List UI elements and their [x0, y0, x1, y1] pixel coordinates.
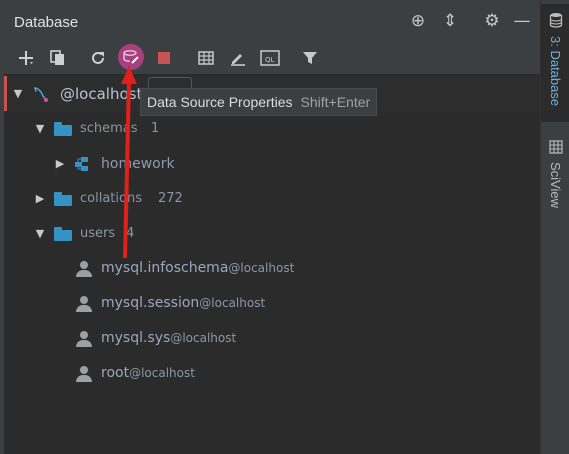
user-icon	[76, 261, 92, 277]
expand-chevron-icon[interactable]: ▼	[34, 227, 46, 240]
tree-node-label: schemas	[80, 121, 138, 136]
item-count: 4	[126, 226, 135, 241]
user-icon	[76, 366, 92, 382]
add-icon[interactable]	[14, 46, 38, 70]
toolbar: QL	[4, 42, 540, 74]
title-bar: Database ⊕ ⇕ ⚙ —	[4, 0, 540, 42]
stop-icon[interactable]	[152, 46, 176, 70]
folder-icon	[54, 227, 72, 241]
minimize-icon[interactable]: —	[512, 11, 532, 31]
tree-node-label: homework	[101, 156, 175, 172]
tree-node-homework[interactable]: ▶ homework	[4, 146, 540, 181]
user-label: mysql.sys@localhost	[101, 330, 237, 346]
gear-icon[interactable]: ⚙	[482, 11, 502, 31]
user-icon	[76, 296, 92, 312]
refresh-icon[interactable]	[86, 46, 110, 70]
filter-icon[interactable]	[298, 46, 322, 70]
collapse-icon[interactable]: ⇕	[440, 11, 460, 31]
svg-text:QL: QL	[265, 56, 275, 64]
panel-title: Database	[14, 14, 79, 31]
folder-icon	[54, 192, 72, 206]
folder-icon	[54, 122, 72, 136]
expand-chevron-icon[interactable]: ▶	[34, 192, 46, 205]
database-panel: Database ⊕ ⇕ ⚙ — QL ▼ @localhost ▼ schem…	[0, 0, 540, 454]
data-source-properties-icon[interactable]	[118, 44, 144, 70]
tree-node-schemas[interactable]: ▼ schemas 1	[4, 111, 540, 146]
copy-icon[interactable]	[46, 46, 70, 70]
tree-node-user[interactable]: mysql.sys@localhost	[4, 321, 540, 356]
user-label: root@localhost	[101, 365, 195, 381]
tab-sciview[interactable]: SciView	[541, 136, 569, 216]
edit-icon[interactable]	[226, 46, 250, 70]
item-count: 1	[151, 121, 160, 136]
tab-database[interactable]: 3: Database	[541, 4, 569, 122]
tree-node-user[interactable]: root@localhost	[4, 356, 540, 391]
user-label: mysql.session@localhost	[101, 295, 266, 311]
tree-node-label: users	[80, 226, 116, 241]
crosshair-icon[interactable]: ⊕	[408, 11, 428, 31]
user-icon	[76, 331, 92, 347]
grid-icon	[548, 140, 563, 158]
selection-marker	[4, 76, 7, 111]
item-count: 272	[158, 191, 183, 206]
right-tool-strip: 3: Database SciView	[540, 0, 569, 454]
mysql-dolphin-icon	[32, 85, 50, 103]
schema-icon	[74, 156, 90, 172]
tooltip: Data Source Properties Shift+Enter	[140, 88, 378, 116]
tree-node-users[interactable]: ▼ users 4	[4, 216, 540, 251]
tooltip-text: Data Source Properties	[147, 94, 293, 110]
tree-node-label: @localhost	[60, 85, 143, 103]
database-icon	[549, 12, 563, 32]
tree-node-user[interactable]: mysql.infoschema@localhost	[4, 251, 540, 286]
tree-node-user[interactable]: mysql.session@localhost	[4, 286, 540, 321]
expand-chevron-icon[interactable]: ▼	[34, 122, 46, 135]
tab-label: SciView	[548, 162, 563, 209]
database-tree: ▼ @localhost ▼ schemas 1 ▶ homework ▶ co…	[4, 74, 540, 454]
tooltip-shortcut: Shift+Enter	[300, 94, 371, 110]
user-label: mysql.infoschema@localhost	[101, 260, 295, 276]
tree-node-collations[interactable]: ▶ collations 272	[4, 181, 540, 216]
tree-node-label: collations	[80, 191, 142, 206]
expand-chevron-icon[interactable]: ▼	[12, 87, 24, 100]
query-console-icon[interactable]: QL	[258, 46, 282, 70]
table-icon[interactable]	[194, 46, 218, 70]
tab-label: 3: Database	[548, 36, 563, 107]
expand-chevron-icon[interactable]: ▶	[54, 157, 66, 170]
